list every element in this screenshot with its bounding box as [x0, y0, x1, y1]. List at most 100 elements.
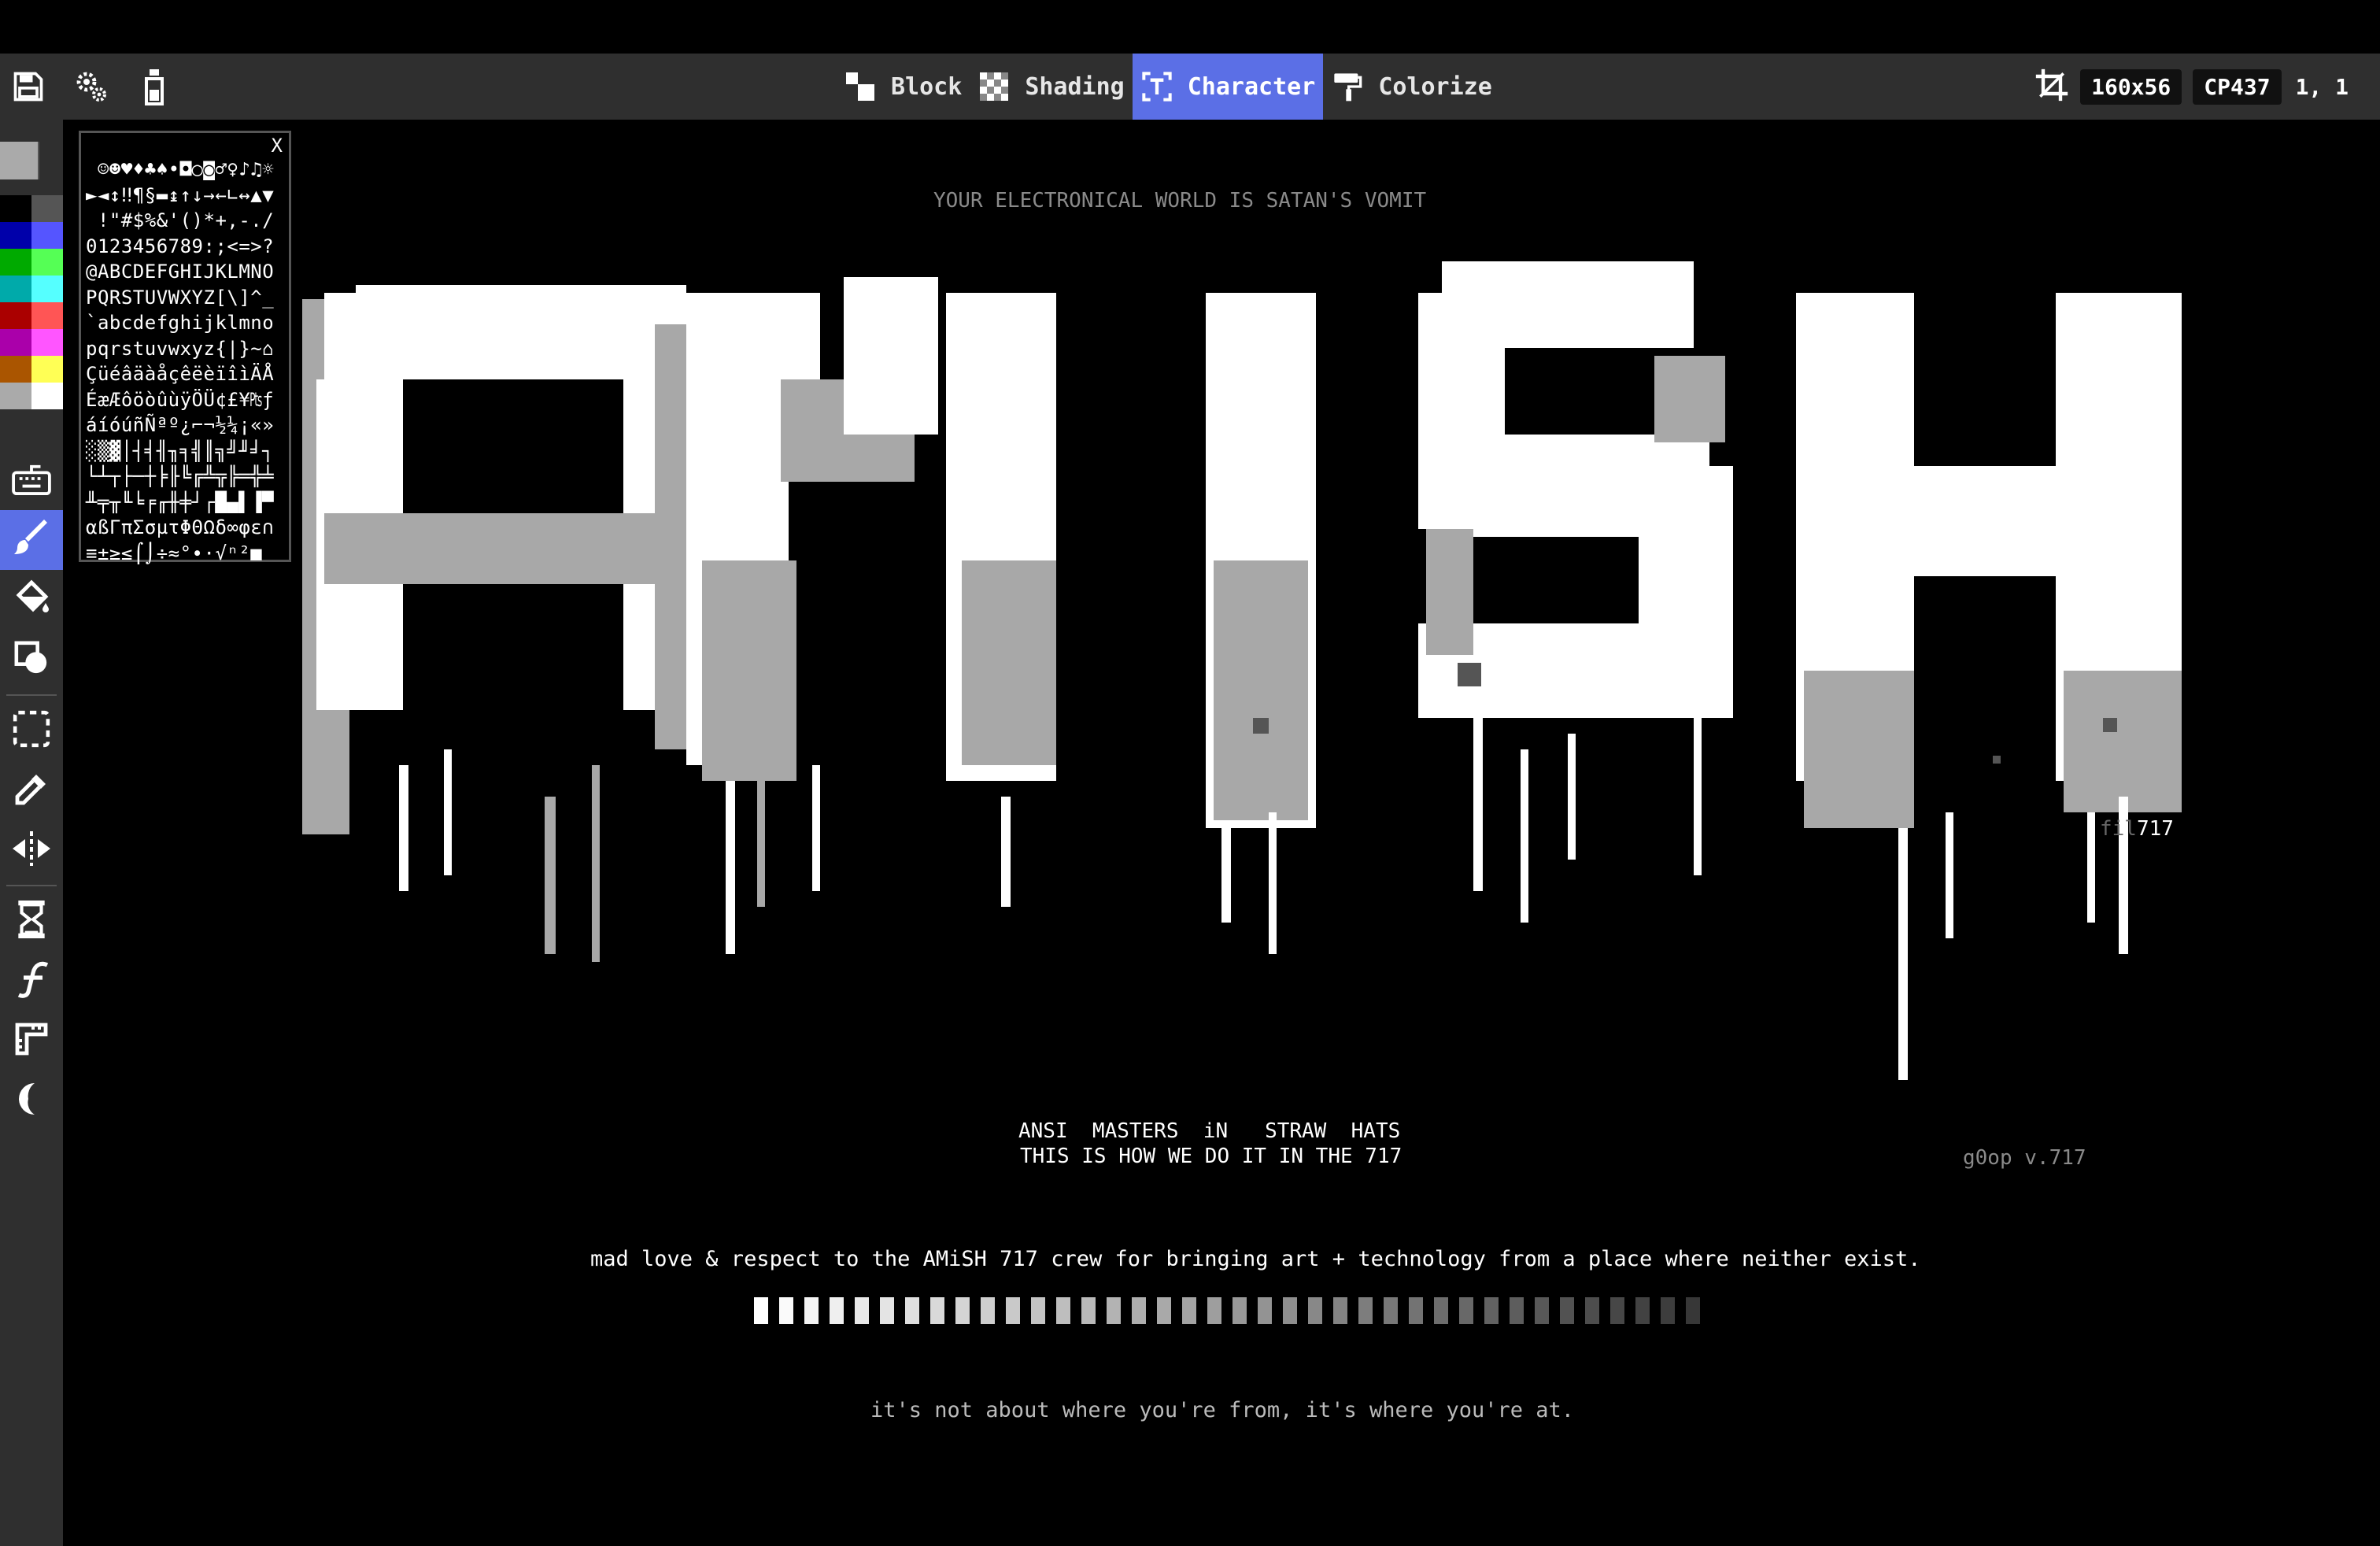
art-block [1946, 812, 1953, 938]
keyboard-tool[interactable] [0, 450, 63, 510]
gradient-segment [779, 1297, 793, 1324]
art-block [1001, 797, 1011, 907]
shapes-tool[interactable] [0, 630, 63, 690]
gradient-segment [1686, 1297, 1700, 1324]
palette-swatch[interactable] [0, 276, 31, 302]
palette-swatch[interactable] [31, 383, 63, 409]
character-picker-panel: X ☺☻♥♦♣♠•◘○◙♂♀♪♫☼ ►◄↕‼¶§▬↨↑↓→←∟↔▲▼ !"#$%… [79, 131, 291, 564]
subtitle-line-2: THIS IS HOW WE DO IT IN THE 717 [1020, 1145, 1402, 1168]
gradient-segment [955, 1297, 970, 1324]
brush-icon [13, 520, 50, 560]
art-block [726, 781, 735, 954]
theme-toggle[interactable] [0, 1071, 63, 1130]
history-tool[interactable] [0, 891, 63, 951]
art-block [812, 765, 820, 891]
mode-colorize[interactable]: Colorize [1323, 54, 1500, 120]
character-grid[interactable]: ☺☻♥♦♣♠•◘○◙♂♀♪♫☼ ►◄↕‼¶§▬↨↑↓→←∟↔▲▼ !"#$%&'… [86, 157, 274, 566]
eyedropper-tool[interactable] [0, 760, 63, 820]
art-block [1221, 828, 1231, 923]
save-icon[interactable] [8, 66, 49, 107]
canvas-size-display[interactable]: 160x56 [2080, 68, 2182, 105]
art-block [592, 765, 600, 962]
gradient-segment [1434, 1297, 1448, 1324]
ansi-canvas[interactable]: YOUR ELECTRONICAL WORLD IS SATAN'S VOMIT… [214, 120, 2229, 1524]
keyboard-icon [12, 462, 51, 498]
art-block [1993, 756, 2001, 764]
block-icon [844, 70, 877, 103]
bottle-icon[interactable] [134, 66, 175, 107]
gradient-segment [905, 1297, 919, 1324]
art-block [702, 560, 796, 781]
select-tool[interactable] [0, 701, 63, 760]
art-block [1804, 671, 1914, 828]
palette-swatch[interactable] [0, 329, 31, 356]
gradient-segment [930, 1297, 944, 1324]
mirror-tool[interactable] [0, 820, 63, 880]
art-block [757, 749, 765, 907]
mode-character[interactable]: Character [1132, 54, 1324, 120]
mode-block[interactable]: Block [836, 54, 970, 120]
palette-swatch[interactable] [31, 276, 63, 302]
mode-shading[interactable]: Shading [970, 54, 1132, 120]
art-block [2087, 812, 2095, 923]
gradient-segment [880, 1297, 894, 1324]
gradient-segment [1535, 1297, 1549, 1324]
art-block [545, 797, 556, 954]
foreground-color-swatch[interactable] [0, 142, 39, 179]
palette-swatch[interactable] [31, 329, 63, 356]
fill-tool[interactable] [0, 570, 63, 630]
font-tool[interactable] [0, 951, 63, 1011]
selection-icon [12, 709, 51, 752]
palette-swatch[interactable] [31, 249, 63, 276]
gradient-segment [1107, 1297, 1121, 1324]
art-block [399, 765, 408, 891]
palette-swatch[interactable] [0, 356, 31, 383]
gradient-segment [1510, 1297, 1524, 1324]
window-top-bar [0, 0, 2380, 54]
palette-swatch[interactable] [0, 222, 31, 249]
artist-tag-prefix: fil [2100, 817, 2137, 841]
subtitle-line-1: ANSI MASTERS iN STRAW HATS [1018, 1119, 1401, 1143]
codepage-display[interactable]: CP437 [2193, 68, 2282, 105]
gradient-segment [830, 1297, 844, 1324]
palette-swatch[interactable] [0, 195, 31, 222]
gradient-segment [1635, 1297, 1650, 1324]
art-block [1568, 734, 1576, 860]
palette-swatch[interactable] [31, 195, 63, 222]
gradient-segment [1484, 1297, 1499, 1324]
guides-tool[interactable] [0, 1011, 63, 1071]
mode-character-label: Character [1187, 72, 1316, 101]
tool-list [0, 450, 63, 1130]
crop-icon[interactable] [2034, 68, 2069, 105]
art-block [324, 513, 655, 584]
gradient-segment [1132, 1297, 1146, 1324]
settings-gears-icon[interactable] [71, 66, 112, 107]
close-icon[interactable]: X [272, 135, 283, 157]
palette-swatch[interactable] [0, 302, 31, 329]
paint-bucket-icon [13, 579, 50, 620]
gradient-segment [1459, 1297, 1473, 1324]
mode-colorize-label: Colorize [1378, 72, 1492, 101]
gradient-segment [1056, 1297, 1070, 1324]
main-toolbar: Block Shading Character Colorize 160x56 … [0, 54, 2380, 120]
gradient-segment [754, 1297, 768, 1324]
art-block [1898, 828, 1908, 1080]
tool-separator [6, 885, 57, 886]
palette-swatch[interactable] [0, 249, 31, 276]
palette-swatch[interactable] [31, 302, 63, 329]
palette-swatch[interactable] [0, 383, 31, 409]
art-block [1898, 466, 2071, 576]
art-block [1214, 560, 1308, 820]
palette-swatch[interactable] [31, 356, 63, 383]
gradient-segment [1384, 1297, 1398, 1324]
shading-icon [978, 70, 1011, 103]
palette-swatch[interactable] [31, 222, 63, 249]
greet-line: mad love & respect to the AMiSH 717 crew… [590, 1247, 1921, 1271]
hourglass-icon [14, 900, 49, 942]
left-sidebar [0, 120, 63, 1546]
cursor-position: 1, 1 [2295, 73, 2349, 100]
brush-tool[interactable] [0, 510, 63, 570]
mode-shading-label: Shading [1025, 72, 1125, 101]
gradient-segment [804, 1297, 819, 1324]
artist-tag: fil717 [2100, 817, 2174, 841]
